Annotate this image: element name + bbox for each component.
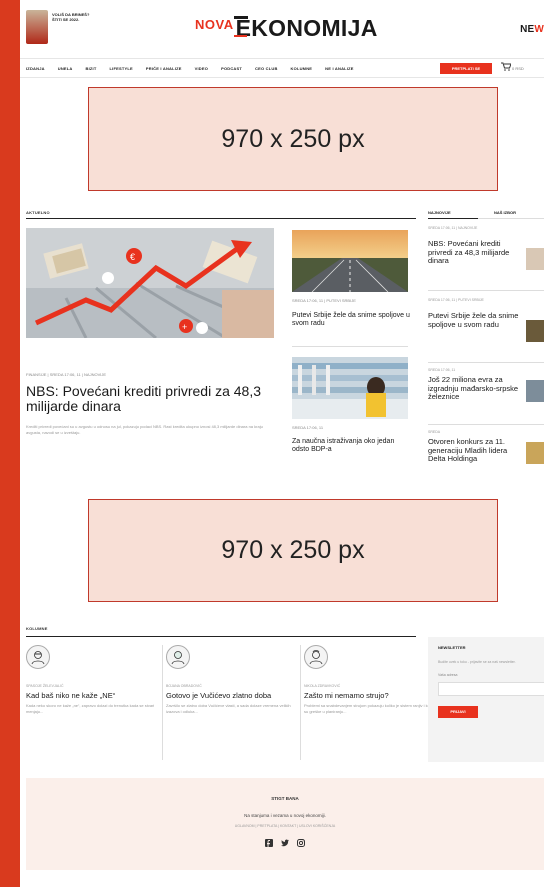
sidebar-item-title: NBS: Povećani krediti privredi za 48,3 m… — [428, 239, 510, 265]
page: VOLIŠ DA BRINEŠ? ŠTITI SE 2022. NOVA EKO… — [20, 0, 544, 887]
nav-item[interactable]: PRIČE I ANALIZE — [146, 66, 182, 71]
hero-meta: FINANSIJE | SREDA 17:06, 11 | NAJNOVIJE — [26, 372, 107, 377]
instagram-icon[interactable] — [297, 839, 305, 849]
sidebar-item[interactable]: SREDA Otvoren konkurs za 11. generaciju … — [428, 430, 544, 464]
section-label-kolumne: KOLUMNE — [26, 626, 48, 631]
site-logo[interactable]: NOVA EKONOMIJA — [195, 12, 378, 42]
section-rule — [26, 218, 416, 219]
article-image-lab[interactable] — [292, 357, 408, 419]
social-icons — [26, 839, 544, 849]
sidebar-item-thumb — [526, 442, 544, 464]
sidebar-item-title: Otvoren konkurs za 11. generaciju Mladih… — [428, 437, 508, 463]
tab-rule — [478, 218, 544, 219]
footer-title: STIGT BANA — [271, 796, 299, 801]
ad-banner-top[interactable]: 970 x 250 px — [88, 87, 498, 191]
newsletter-subscribe-button[interactable]: PRIJAVI — [438, 706, 478, 718]
newsletter-email-input[interactable] — [438, 682, 544, 696]
tab-latest[interactable]: NAJNOVIJE — [428, 210, 451, 215]
nav-item[interactable]: BIZIT — [86, 66, 97, 71]
article-meta: SREDA 17:06, 11 | PUTEVI SRBIJE — [292, 298, 356, 303]
sidebar-item-meta: SREDA 17:06, 11 | NAJNOVIJE — [428, 226, 478, 230]
column-card[interactable]: NIKOLA ZDRAVKOVIĆ Zašto mi nemamo strujo… — [304, 645, 436, 714]
svg-text:+: + — [182, 322, 187, 332]
column-card[interactable]: BOJANA OBRADOVIĆ Gotovo je Vučićevo zlat… — [166, 645, 298, 714]
badge-black-text: NE — [520, 24, 535, 35]
column-title: Zašto mi nemamo strujo? — [304, 691, 389, 700]
column-excerpt: Završilo se zlatno doba Vučićeve vlasti,… — [166, 703, 291, 714]
nav-item[interactable]: KOLUMNE — [291, 66, 313, 71]
badge-red-text: W — [534, 24, 544, 35]
column-title: Gotovo je Vučićevo zlatno doba — [166, 691, 272, 700]
newsletter-box: NEWSLETTER Budite uvek u toku - prijavit… — [428, 637, 544, 762]
sidebar-item-meta: SREDA — [428, 430, 441, 434]
promo-image — [26, 10, 48, 44]
divider — [292, 346, 408, 347]
column-author: BOJANA OBRADOVIĆ — [166, 684, 202, 688]
sidebar-item-thumb — [526, 248, 544, 270]
sidebar-item-thumb — [526, 380, 544, 402]
tab-underline — [428, 218, 478, 219]
column-divider — [162, 645, 163, 760]
divider — [428, 290, 544, 291]
hero-title[interactable]: NBS: Povećani krediti privredi za 48,3 m… — [26, 384, 276, 414]
facebook-icon[interactable] — [265, 839, 273, 849]
logo-main: EKONOMIJA — [233, 15, 378, 41]
ad-banner-middle[interactable]: 970 x 250 px — [88, 499, 498, 602]
logo-prefix: NOVA — [195, 17, 234, 32]
site-footer: STIGT BANA Na stanjuma i vezama u novoj … — [26, 778, 544, 870]
nav-item[interactable]: VIDEO — [195, 66, 208, 71]
author-avatar — [26, 645, 50, 669]
hero-excerpt: Krediti privredi povećani su u avgustu u… — [26, 424, 263, 435]
sidebar-item-thumb — [526, 320, 544, 342]
article-image-road[interactable] — [292, 230, 408, 292]
article-meta: SREDA 17:06, 11 — [292, 425, 324, 430]
cart-icon[interactable] — [501, 62, 512, 73]
nav-item[interactable]: CEO CLUB — [255, 66, 278, 71]
newsletter-title: NEWSLETTER — [438, 645, 466, 650]
article-title[interactable]: Putevi Srbije žele da snime spoljove u s… — [292, 312, 410, 328]
column-excerpt: Problemi sa snabdevanjem strujom pokazuj… — [304, 703, 436, 714]
footer-tagline: Na stanjuma i vezama u novoj ekonomiji. — [244, 813, 326, 818]
promo-banner[interactable]: VOLIŠ DA BRINEŠ? ŠTITI SE 2022. — [26, 10, 96, 54]
partner-badge[interactable]: NEW — [520, 24, 544, 35]
newsletter-email-label: Vaša adresa — [438, 673, 458, 677]
nav-item[interactable]: PODCAST — [221, 66, 242, 71]
column-divider — [300, 645, 301, 760]
column-excerpt: Kada neko skoro ne kaže „ne“, zapravo do… — [26, 703, 155, 714]
sidebar-item[interactable]: SREDA 17:06, 11 | NAJNOVIJE NBS: Povećan… — [428, 226, 544, 270]
nav-item[interactable]: IZDANJA — [26, 66, 45, 71]
footer-links[interactable]: UGLAVNOM | PRETPLATA | KONTAKT | USLOVI … — [26, 824, 544, 828]
author-avatar — [304, 645, 328, 669]
nav-item[interactable]: NE I ANALIZE — [325, 66, 353, 71]
sidebar-item-title: Putevi Srbije žele da snime spoljove u s… — [428, 311, 519, 329]
subscribe-button[interactable]: PRETPLATI SE — [440, 63, 492, 74]
hero-image[interactable]: € + — [26, 228, 274, 338]
section-label-aktuelno: AKTUELNO — [26, 210, 50, 215]
column-author: NIKOLA ZDRAVKOVIĆ — [304, 684, 341, 688]
nav-item[interactable]: UNELA — [58, 66, 73, 71]
tab-picks[interactable]: NAŠ IZBOR — [494, 210, 516, 215]
svg-text:€: € — [130, 252, 135, 262]
sidebar-item-meta: SREDA 17:06, 11 — [428, 368, 456, 372]
site-header: VOLIŠ DA BRINEŠ? ŠTITI SE 2022. NOVA EKO… — [20, 0, 544, 58]
cart-total: 0 RSD — [512, 66, 524, 71]
article-title[interactable]: Za naučna istraživanja oko jedan odsto B… — [292, 438, 410, 454]
promo-text: VOLIŠ DA BRINEŠ? ŠTITI SE 2022. — [52, 12, 90, 22]
sidebar-item[interactable]: SREDA 17:06, 11 | PUTEVI SRBIJE Putevi S… — [428, 298, 544, 342]
newsletter-text: Budite uvek u toku - prijavite se za naš… — [438, 660, 516, 664]
nav-item[interactable]: LIFESTYLE — [110, 66, 133, 71]
logo-accent-bar — [234, 35, 247, 37]
main-nav: IZDANJA UNELA BIZIT LIFESTYLE PRIČE I AN… — [20, 58, 544, 78]
divider — [428, 424, 544, 425]
twitter-icon[interactable] — [281, 839, 289, 849]
author-avatar — [166, 645, 190, 669]
sidebar-item[interactable]: SREDA 17:06, 11 Još 22 miliona evra za i… — [428, 368, 544, 402]
section-rule — [26, 636, 416, 637]
sidebar-item-title: Još 22 miliona evra za izgradnju mađarsk… — [428, 375, 519, 401]
sidebar-item-meta: SREDA 17:06, 11 | PUTEVI SRBIJE — [428, 298, 484, 302]
column-card[interactable]: SPASOJE ŽELEVJALIĆ Kad baš niko ne kaže … — [26, 645, 158, 714]
column-title: Kad baš niko ne kaže „NE“ — [26, 691, 116, 700]
column-author: SPASOJE ŽELEVJALIĆ — [26, 684, 64, 688]
divider — [428, 362, 544, 363]
